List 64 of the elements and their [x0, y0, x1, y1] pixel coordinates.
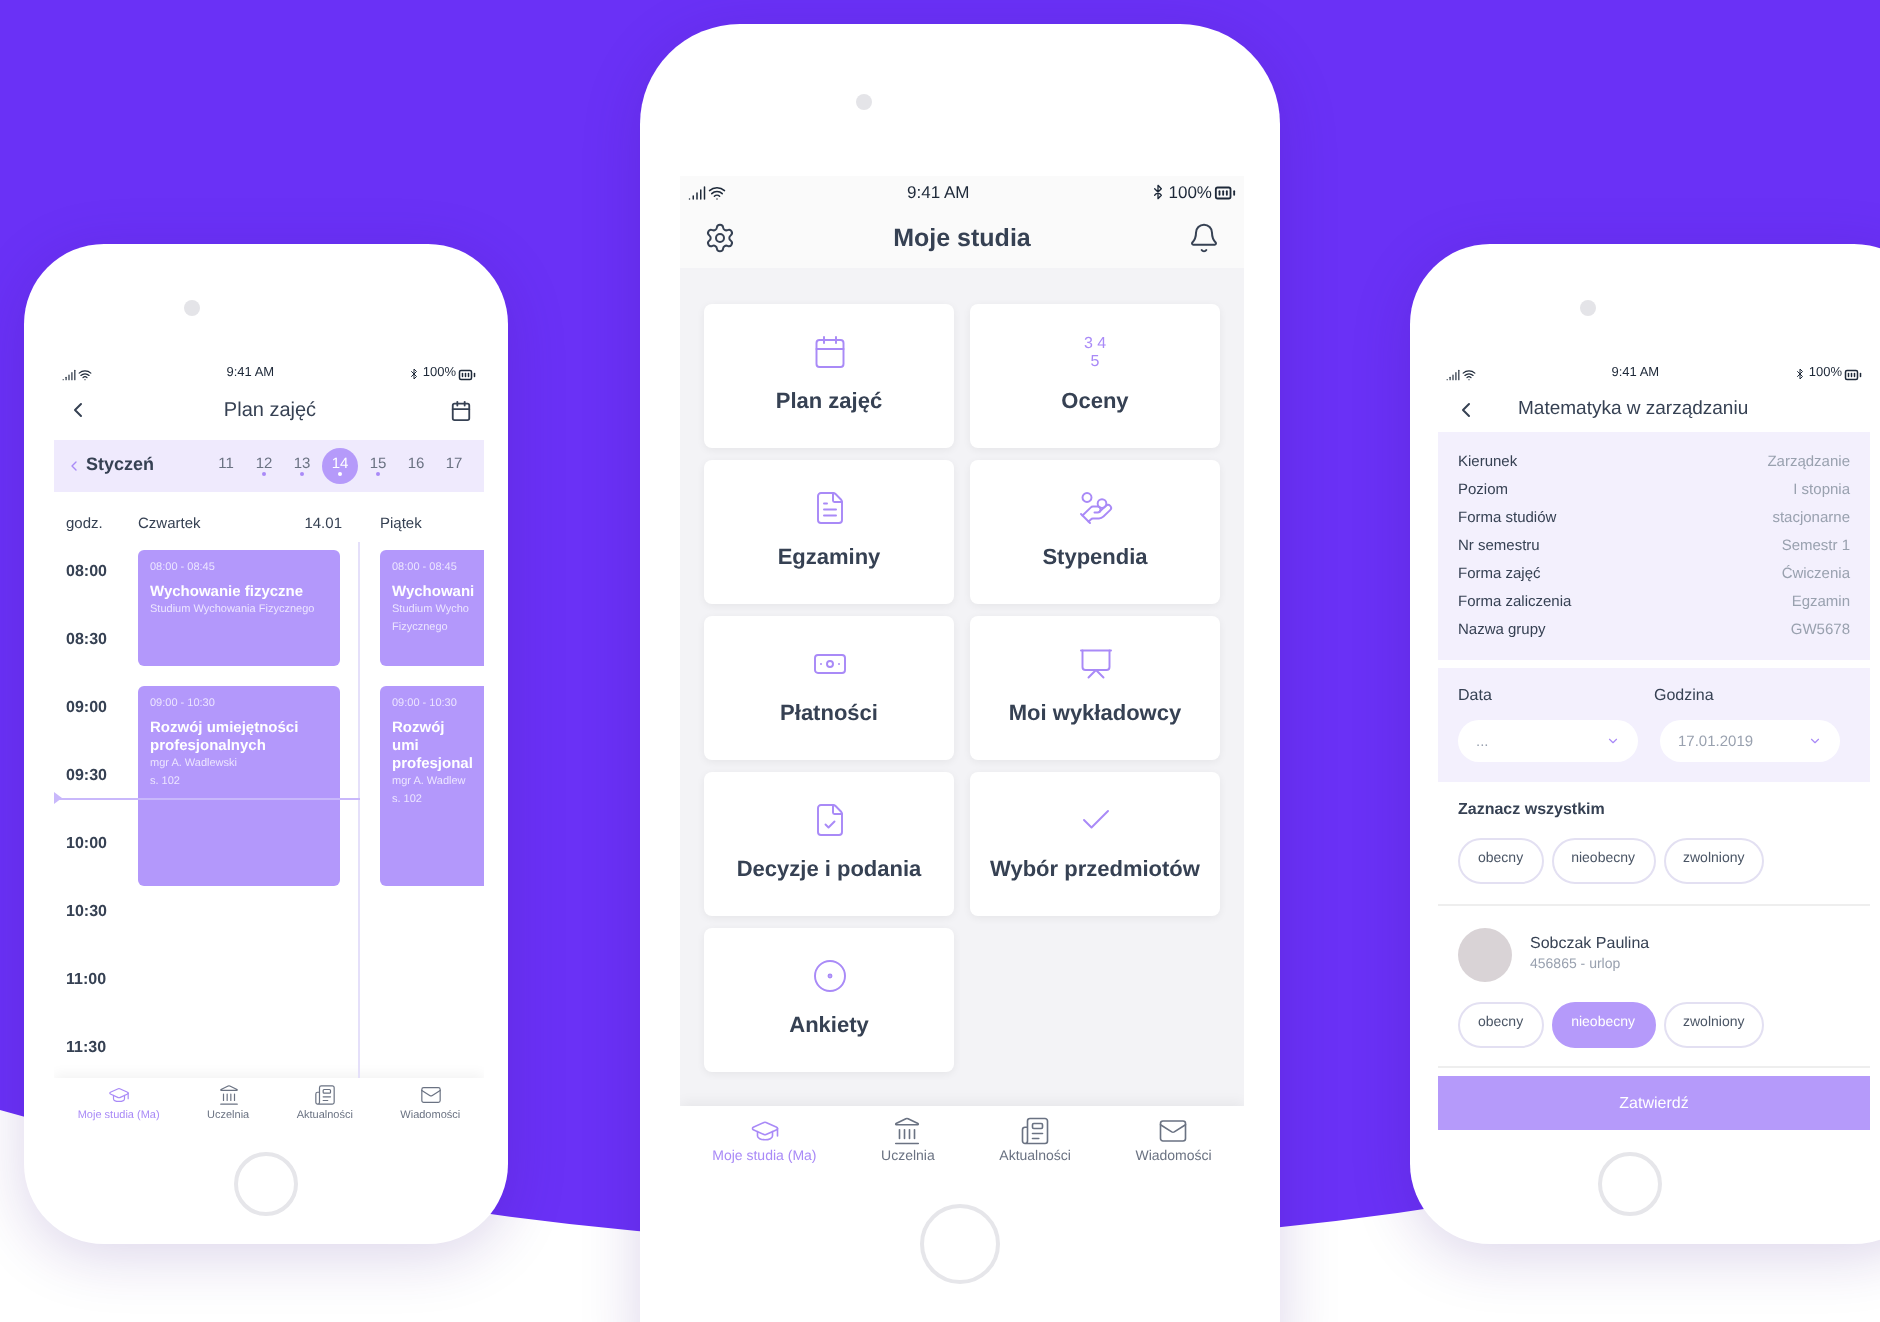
hour-label: 11:00 [66, 970, 107, 989]
hour-label: 08:00 [66, 562, 107, 581]
battery-icon [1214, 181, 1236, 203]
phone-speaker [856, 94, 872, 110]
screen-title: Matematyka w zarządzaniu [1518, 395, 1749, 424]
hour-label: 10:30 [66, 902, 107, 921]
section-title: Zaznacz wszystkim [1458, 798, 1607, 822]
chevron-down-icon [1606, 734, 1620, 748]
menu-tile[interactable]: 3 4 5 Oceny [970, 304, 1220, 448]
menu-tile[interactable]: Plan zajęć [704, 304, 954, 448]
envelope-icon [419, 1083, 442, 1106]
menu-tile[interactable]: Egzaminy [704, 460, 954, 604]
calendar-icon[interactable] [449, 399, 472, 421]
avatar-placeholder [1458, 928, 1512, 982]
newspaper-icon [1020, 1116, 1051, 1147]
signal-icon [688, 183, 706, 201]
presentation-board-icon [1077, 645, 1113, 682]
settings-icon[interactable] [704, 222, 736, 254]
radio-dot-icon [811, 957, 847, 994]
calendar-icon [811, 333, 847, 370]
menu-tile[interactable]: Płatności [704, 616, 954, 760]
screen-title: Plan zajęć [223, 397, 317, 425]
document-check-icon [811, 801, 847, 838]
hour-label: 09:30 [66, 766, 107, 785]
wifi-icon [1462, 367, 1476, 381]
phone-speaker [184, 300, 200, 316]
student-name: Sobczak Paulina [1530, 932, 1650, 957]
bell-icon[interactable] [1187, 222, 1220, 254]
signal-icon [1446, 367, 1460, 381]
field-label: Data [1458, 684, 1494, 708]
screen-title: Moje studia [893, 221, 1031, 256]
battery-icon [1843, 365, 1862, 383]
phone-speaker [1580, 300, 1596, 316]
grades-glyph: 5 [1090, 351, 1100, 370]
bluetooth-icon [408, 368, 421, 380]
hour-label: 08:30 [66, 630, 107, 649]
bluetooth-icon [1794, 368, 1807, 380]
menu-tile[interactable]: Wybór przedmiotów [970, 772, 1220, 916]
newspaper-icon [313, 1083, 336, 1106]
menu-tile[interactable]: Stypendia [970, 460, 1220, 604]
hour-label: 11:30 [66, 1038, 107, 1057]
envelope-icon [1158, 1116, 1189, 1147]
bluetooth-icon [1150, 184, 1167, 200]
building-columns-icon [217, 1083, 240, 1106]
building-columns-icon [892, 1116, 923, 1147]
menu-tile[interactable]: Ankiety [704, 928, 954, 1072]
field-label: Godzina [1654, 684, 1716, 708]
chevron-down-icon [1808, 734, 1822, 748]
document-icon [811, 489, 847, 526]
status-time: 9:41 AM [907, 179, 970, 205]
hour-label: 09:00 [66, 698, 107, 717]
month-label: Styczeń [86, 452, 155, 479]
hour-label: 10:00 [66, 834, 107, 853]
grades-glyph: 3 4 [1083, 333, 1107, 352]
battery-percent: 100% [1168, 179, 1212, 205]
menu-tile[interactable]: Moi wykładowcy [970, 616, 1220, 760]
graduation-cap-icon [749, 1116, 780, 1147]
wifi-icon [708, 183, 726, 201]
menu-tile[interactable]: Decyzje i podania [704, 772, 954, 916]
wifi-icon [78, 367, 92, 381]
signal-icon [62, 367, 76, 381]
battery-icon [457, 365, 476, 383]
graduation-cap-icon [107, 1083, 130, 1106]
hand-coins-icon [1077, 489, 1113, 526]
